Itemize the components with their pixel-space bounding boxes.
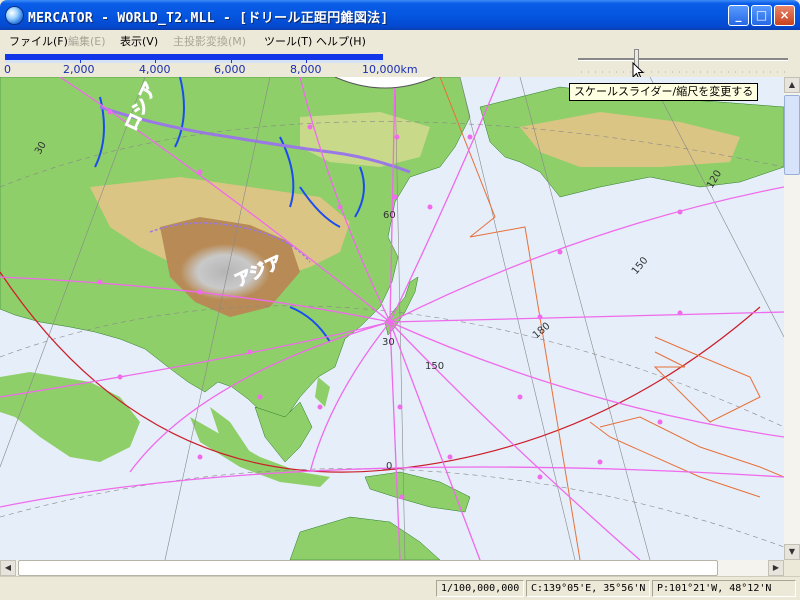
- title-bar: MERCATOR - WORLD_T2.MLL - [ドリール正距円錐図法] _…: [0, 0, 800, 30]
- scale-slider-tooltip: スケールスライダー/縮尺を変更する: [569, 83, 759, 101]
- vertical-scrollbar[interactable]: ▲ ▼: [784, 77, 800, 560]
- menu-view[interactable]: 表示(V): [120, 33, 158, 49]
- status-bar: 1/100,000,000 C:139°05'E, 35°56'N P:101°…: [0, 576, 800, 600]
- status-scale: 1/100,000,000: [436, 580, 524, 597]
- menu-edit[interactable]: 編集(E): [68, 33, 106, 49]
- menu-help[interactable]: ヘルプ(H): [316, 33, 366, 49]
- status-pointer-coords: P:101°21'W, 48°12'N: [652, 580, 796, 597]
- grid-label: 150: [425, 361, 444, 372]
- horizontal-scroll-thumb[interactable]: [18, 560, 718, 576]
- scale-label: 2,000: [63, 63, 95, 76]
- close-button[interactable]: ×: [774, 5, 795, 26]
- vertical-scroll-thumb[interactable]: [784, 95, 800, 175]
- scale-label: 0: [4, 63, 11, 76]
- scroll-up-button[interactable]: ▲: [784, 77, 800, 93]
- globe-icon[interactable]: [5, 6, 24, 25]
- scale-label: 8,000: [290, 63, 322, 76]
- minimize-button[interactable]: _: [728, 5, 749, 26]
- grid-label: 0: [386, 461, 392, 472]
- menu-bar: ファイル(F) 編集(E) 表示(V) 主投影変換(M) ツール(T) ヘルプ(…: [0, 30, 800, 50]
- menu-projection[interactable]: 主投影変換(M): [173, 33, 246, 49]
- scale-slider-ticks: [578, 71, 788, 73]
- grid-label: 60: [383, 210, 396, 221]
- scroll-down-button[interactable]: ▼: [784, 544, 800, 560]
- map-view[interactable]: 30 60 120 150 30 150 0 180 アジア ロシア: [0, 77, 784, 560]
- scale-label: 6,000: [214, 63, 246, 76]
- scale-bar-base: [5, 60, 383, 63]
- status-center-coords: C:139°05'E, 35°56'N: [526, 580, 650, 597]
- scale-label: 10,000km: [362, 63, 418, 76]
- scroll-left-button[interactable]: ◀: [0, 560, 16, 576]
- menu-tools[interactable]: ツール(T): [264, 33, 312, 49]
- grid-label: 30: [382, 337, 395, 348]
- scale-slider-track[interactable]: [578, 58, 788, 61]
- scroll-right-button[interactable]: ▶: [768, 560, 784, 576]
- window-title: MERCATOR - WORLD_T2.MLL - [ドリール正距円錐図法]: [28, 11, 389, 26]
- horizontal-scrollbar[interactable]: ◀ ▶: [0, 560, 784, 576]
- map-canvas[interactable]: 30 60 120 150 30 150 0 180 アジア ロシア: [0, 77, 784, 560]
- maximize-button[interactable]: □: [751, 5, 772, 26]
- scrollbar-corner: [784, 560, 800, 576]
- menu-file[interactable]: ファイル(F): [9, 33, 68, 49]
- scale-label: 4,000: [139, 63, 171, 76]
